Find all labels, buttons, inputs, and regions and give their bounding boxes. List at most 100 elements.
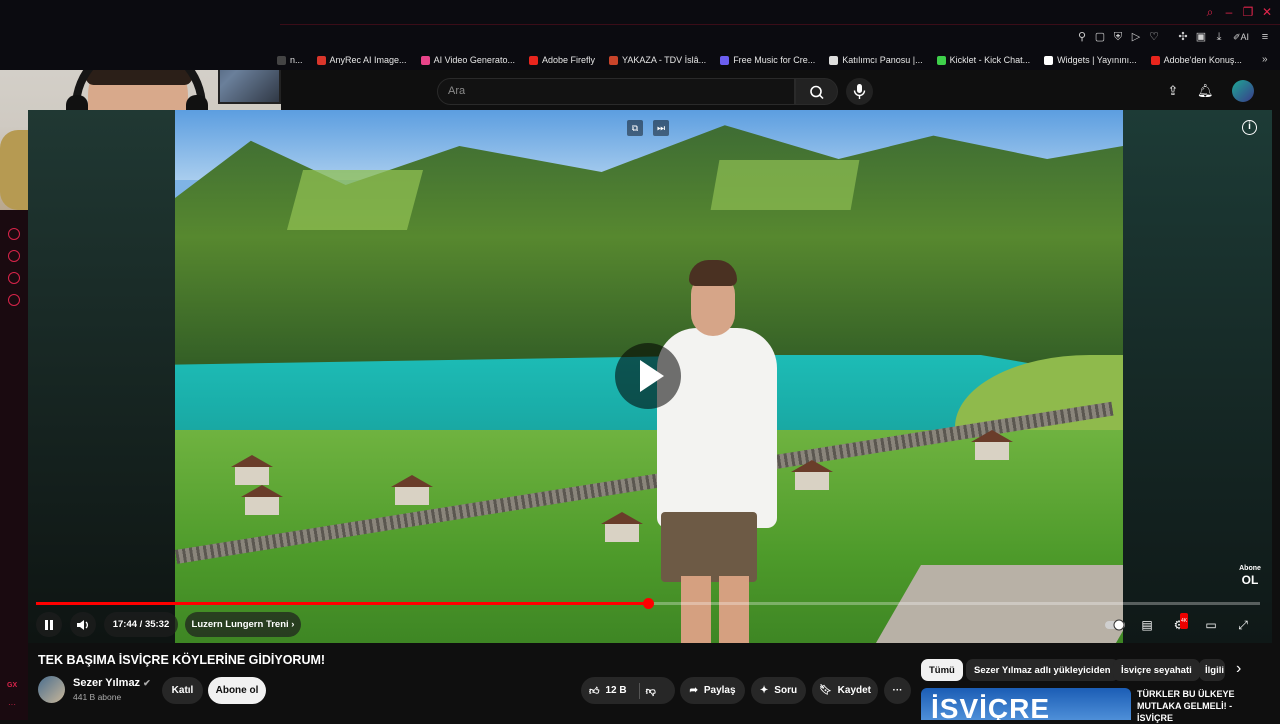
- search-icon: [810, 85, 824, 100]
- bookmarks-bar: n... AnyRec AI Image... AI Video Generato.…: [0, 50, 1280, 70]
- channel-name[interactable]: Sezer Yılmaz ✔: [73, 677, 151, 689]
- bookmark-item[interactable]: Widgets | Yayınını...: [1044, 55, 1137, 65]
- sidebar-history-icon[interactable]: [8, 250, 20, 262]
- search-input[interactable]: Ara: [437, 78, 795, 105]
- bookmark-favicon-icon: [316, 55, 326, 65]
- ask-button[interactable]: ✦ Soru: [751, 677, 806, 704]
- search-button[interactable]: [795, 78, 838, 105]
- play-overlay-icon[interactable]: [615, 343, 681, 409]
- browser-titlebar: ⌕ – ❐ ✕: [0, 0, 1280, 26]
- sidebar-settings-icon[interactable]: [8, 294, 20, 306]
- send-icon[interactable]: ▷: [1129, 30, 1143, 44]
- join-button[interactable]: Katıl: [162, 677, 203, 704]
- sidebar-add-icon[interactable]: [8, 228, 20, 240]
- notifications-icon[interactable]: 🔔︎: [1197, 83, 1214, 99]
- bookmark-item[interactable]: Katılımcı Panosu |...: [829, 55, 923, 65]
- subscribe-watermark[interactable]: Abone OL: [1238, 565, 1262, 591]
- bookmark-label: Adobe'den Konuş...: [1163, 55, 1242, 65]
- shield-icon[interactable]: ⛨: [1111, 30, 1125, 44]
- minimize-icon[interactable]: –: [1222, 5, 1236, 19]
- extensions-icon[interactable]: ✣: [1176, 30, 1190, 44]
- bookmark-label: Kicklet - Kick Chat...: [949, 55, 1031, 65]
- chip-all[interactable]: Tümü: [921, 659, 963, 681]
- close-icon[interactable]: ✕: [1260, 5, 1274, 19]
- voice-search-button[interactable]: [846, 78, 873, 105]
- snapshot-icon[interactable]: ▢: [1093, 30, 1107, 44]
- bookmark-item[interactable]: Adobe Firefly: [528, 55, 595, 65]
- bookmark-item[interactable]: YAKAZA - TDV İslâ...: [608, 55, 707, 65]
- bookmark-label: AnyRec AI Image...: [329, 55, 407, 65]
- extension-image-icon[interactable]: ▣: [1194, 30, 1208, 44]
- time-display: 17:44 / 35:32: [104, 612, 178, 637]
- bookmark-icon: 🔖︎: [818, 685, 832, 696]
- bookmark-label: Katılımcı Panosu |...: [842, 55, 923, 65]
- bookmark-item[interactable]: Adobe'den Konuş...: [1150, 55, 1242, 65]
- verified-icon: ✔: [143, 678, 151, 688]
- search-icon[interactable]: ⌕: [1203, 5, 1217, 19]
- subscribe-button[interactable]: Abone ol: [208, 677, 266, 704]
- bookmark-favicon-icon: [528, 55, 538, 65]
- bookmark-label: Adobe Firefly: [541, 55, 595, 65]
- bookmark-item[interactable]: Free Music for Cre...: [720, 55, 815, 65]
- chip-switzerland-travel[interactable]: İsviçre seyahati: [1113, 659, 1200, 681]
- chapter-button[interactable]: Luzern Lungern Treni ›: [185, 612, 301, 637]
- share-button[interactable]: ➦ Paylaş: [680, 677, 745, 704]
- sidebar-more-icon[interactable]: ···: [8, 700, 16, 709]
- menu-icon[interactable]: ≡: [1258, 30, 1272, 44]
- info-icon[interactable]: i: [1242, 120, 1257, 135]
- bookmark-item[interactable]: AnyRec AI Image...: [316, 55, 407, 65]
- pause-button[interactable]: [36, 612, 62, 637]
- account-avatar[interactable]: [1232, 80, 1254, 102]
- save-button[interactable]: 🔖︎ Kaydet: [812, 677, 878, 704]
- bookmark-label: YAKAZA - TDV İslâ...: [621, 55, 707, 65]
- pause-icon: [45, 619, 53, 630]
- more-actions-button[interactable]: ···: [884, 677, 911, 704]
- ai-icon[interactable]: ✐AI: [1230, 30, 1252, 44]
- chips-next-icon[interactable]: ›: [1236, 660, 1241, 678]
- progress-fill: [36, 602, 648, 605]
- recommendation-thumbnail[interactable]: İSVİÇRE: [921, 688, 1131, 720]
- volume-icon: [77, 619, 88, 630]
- sidebar-messenger-icon[interactable]: [8, 272, 20, 284]
- bookmark-item[interactable]: n...: [277, 55, 303, 65]
- autoplay-toggle[interactable]: [1104, 617, 1126, 633]
- bookmark-item[interactable]: Kicklet - Kick Chat...: [936, 55, 1031, 65]
- progress-bar[interactable]: [36, 598, 1260, 609]
- pin-icon[interactable]: ⚲: [1075, 30, 1089, 44]
- miniplayer-icon[interactable]: ⧉: [627, 120, 643, 136]
- microphone-icon: [853, 84, 866, 99]
- bookmarks-overflow-icon[interactable]: »: [1262, 54, 1268, 65]
- sparkle-icon: ✦: [759, 685, 769, 696]
- autoplay-toggle-icon: [1105, 619, 1125, 631]
- subscriber-count: 441 B abone: [73, 692, 122, 702]
- heart-icon[interactable]: ♡: [1147, 30, 1161, 44]
- recommendation-title[interactable]: TÜRKLER BU ÜLKEYE MUTLAKA GELMELİ! - İSV…: [1137, 688, 1257, 724]
- download-icon[interactable]: ⤓: [1212, 30, 1226, 44]
- bookmark-label: Free Music for Cre...: [733, 55, 816, 65]
- bookmark-favicon-icon: [1150, 55, 1160, 65]
- browser-sidebar: GX ···: [0, 210, 28, 720]
- channel-avatar[interactable]: [38, 676, 65, 703]
- settings-icon[interactable]: ⚙ 4K: [1171, 613, 1189, 633]
- thumbs-up-icon: 👍︎: [589, 685, 600, 697]
- chip-uploader[interactable]: Sezer Yılmaz adlı yükleyiciden: [966, 659, 1119, 681]
- chip-related[interactable]: İlgili: [1199, 659, 1225, 681]
- gx-logo-icon[interactable]: GX: [7, 682, 17, 689]
- chevron-right-icon: ›: [291, 619, 295, 630]
- progress-scrubber[interactable]: [643, 598, 654, 609]
- share-icon: ➦: [689, 685, 698, 696]
- skip-icon[interactable]: ⏭: [653, 120, 669, 136]
- bookmark-favicon-icon: [420, 55, 430, 65]
- dislike-button[interactable]: 👎︎: [646, 685, 656, 697]
- bookmark-item[interactable]: AI Video Generato...: [420, 55, 515, 65]
- restore-icon[interactable]: ❐: [1241, 5, 1255, 19]
- like-button[interactable]: 👍︎ 12 B: [589, 685, 627, 697]
- bookmark-favicon-icon: [720, 55, 730, 65]
- volume-button[interactable]: [70, 612, 96, 637]
- theater-mode-icon[interactable]: ▭: [1203, 617, 1219, 633]
- subtitles-icon[interactable]: ▤: [1139, 617, 1155, 633]
- fullscreen-icon[interactable]: ⤢: [1235, 617, 1251, 633]
- like-dislike-group: 👍︎ 12 B 👎︎: [581, 677, 675, 704]
- bookmark-label: AI Video Generato...: [433, 55, 515, 65]
- upload-icon[interactable]: ⇪: [1165, 83, 1181, 99]
